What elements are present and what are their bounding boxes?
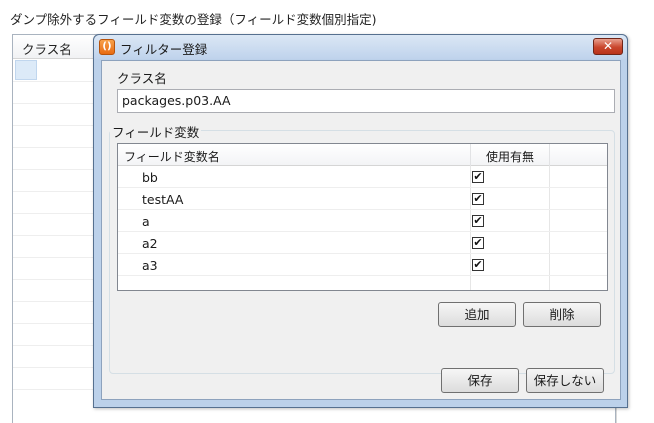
background-window-title: ダンプ除外するフィールド変数の登録（フィールド変数個別指定) <box>10 12 377 27</box>
field-name-cell: bb <box>142 170 158 185</box>
field-variable-grid: フィールド変数名 使用有無 bb ✔ testAA ✔ a ✔ a2 ✔ a3 … <box>117 143 608 291</box>
grid-row[interactable]: a3 ✔ <box>118 254 607 276</box>
close-button[interactable]: ✕ <box>593 38 623 55</box>
delete-button[interactable]: 削除 <box>523 302 601 327</box>
field-name-cell: a3 <box>142 258 158 273</box>
column-divider[interactable] <box>549 144 550 166</box>
background-column-class-name[interactable]: クラス名 <box>22 39 72 58</box>
dialog-title-bar[interactable]: () フィルター登録 ✕ <box>94 35 627 59</box>
no-save-button[interactable]: 保存しない <box>526 368 604 393</box>
usage-checkbox[interactable]: ✔ <box>472 193 484 205</box>
checkmark-icon: ✔ <box>473 192 483 205</box>
checkmark-icon: ✔ <box>473 236 483 249</box>
dialog-client-area: クラス名 packages.p03.AA フィールド変数 フィールド変数名 使用… <box>101 60 621 400</box>
class-name-input[interactable]: packages.p03.AA <box>117 89 615 113</box>
column-divider[interactable] <box>470 144 471 166</box>
usage-checkbox[interactable]: ✔ <box>472 259 484 271</box>
usage-checkbox[interactable]: ✔ <box>472 171 484 183</box>
filter-dialog: () フィルター登録 ✕ クラス名 packages.p03.AA フィールド変… <box>93 34 628 408</box>
app-icon: () <box>99 39 115 55</box>
checkmark-icon: ✔ <box>473 258 483 271</box>
grid-header: フィールド変数名 使用有無 <box>118 144 607 166</box>
class-name-label: クラス名 <box>117 71 167 86</box>
add-button[interactable]: 追加 <box>438 302 516 327</box>
grid-row[interactable]: bb ✔ <box>118 166 607 188</box>
checkmark-icon: ✔ <box>473 170 483 183</box>
background-selected-row[interactable] <box>15 60 37 80</box>
checkmark-icon: ✔ <box>473 214 483 227</box>
save-button[interactable]: 保存 <box>441 368 519 393</box>
usage-checkbox[interactable]: ✔ <box>472 237 484 249</box>
grid-row[interactable]: a ✔ <box>118 210 607 232</box>
close-icon: ✕ <box>602 39 614 53</box>
field-name-cell: a2 <box>142 236 158 251</box>
field-name-cell: a <box>142 214 150 229</box>
dialog-title: フィルター登録 <box>120 42 208 57</box>
column-usage[interactable]: 使用有無 <box>486 148 534 165</box>
grid-row[interactable]: testAA ✔ <box>118 188 607 210</box>
usage-checkbox[interactable]: ✔ <box>472 215 484 227</box>
field-variable-group-label: フィールド変数 <box>110 122 202 141</box>
field-name-cell: testAA <box>142 192 184 207</box>
column-field-variable-name[interactable]: フィールド変数名 <box>124 148 220 165</box>
grid-row[interactable]: a2 ✔ <box>118 232 607 254</box>
